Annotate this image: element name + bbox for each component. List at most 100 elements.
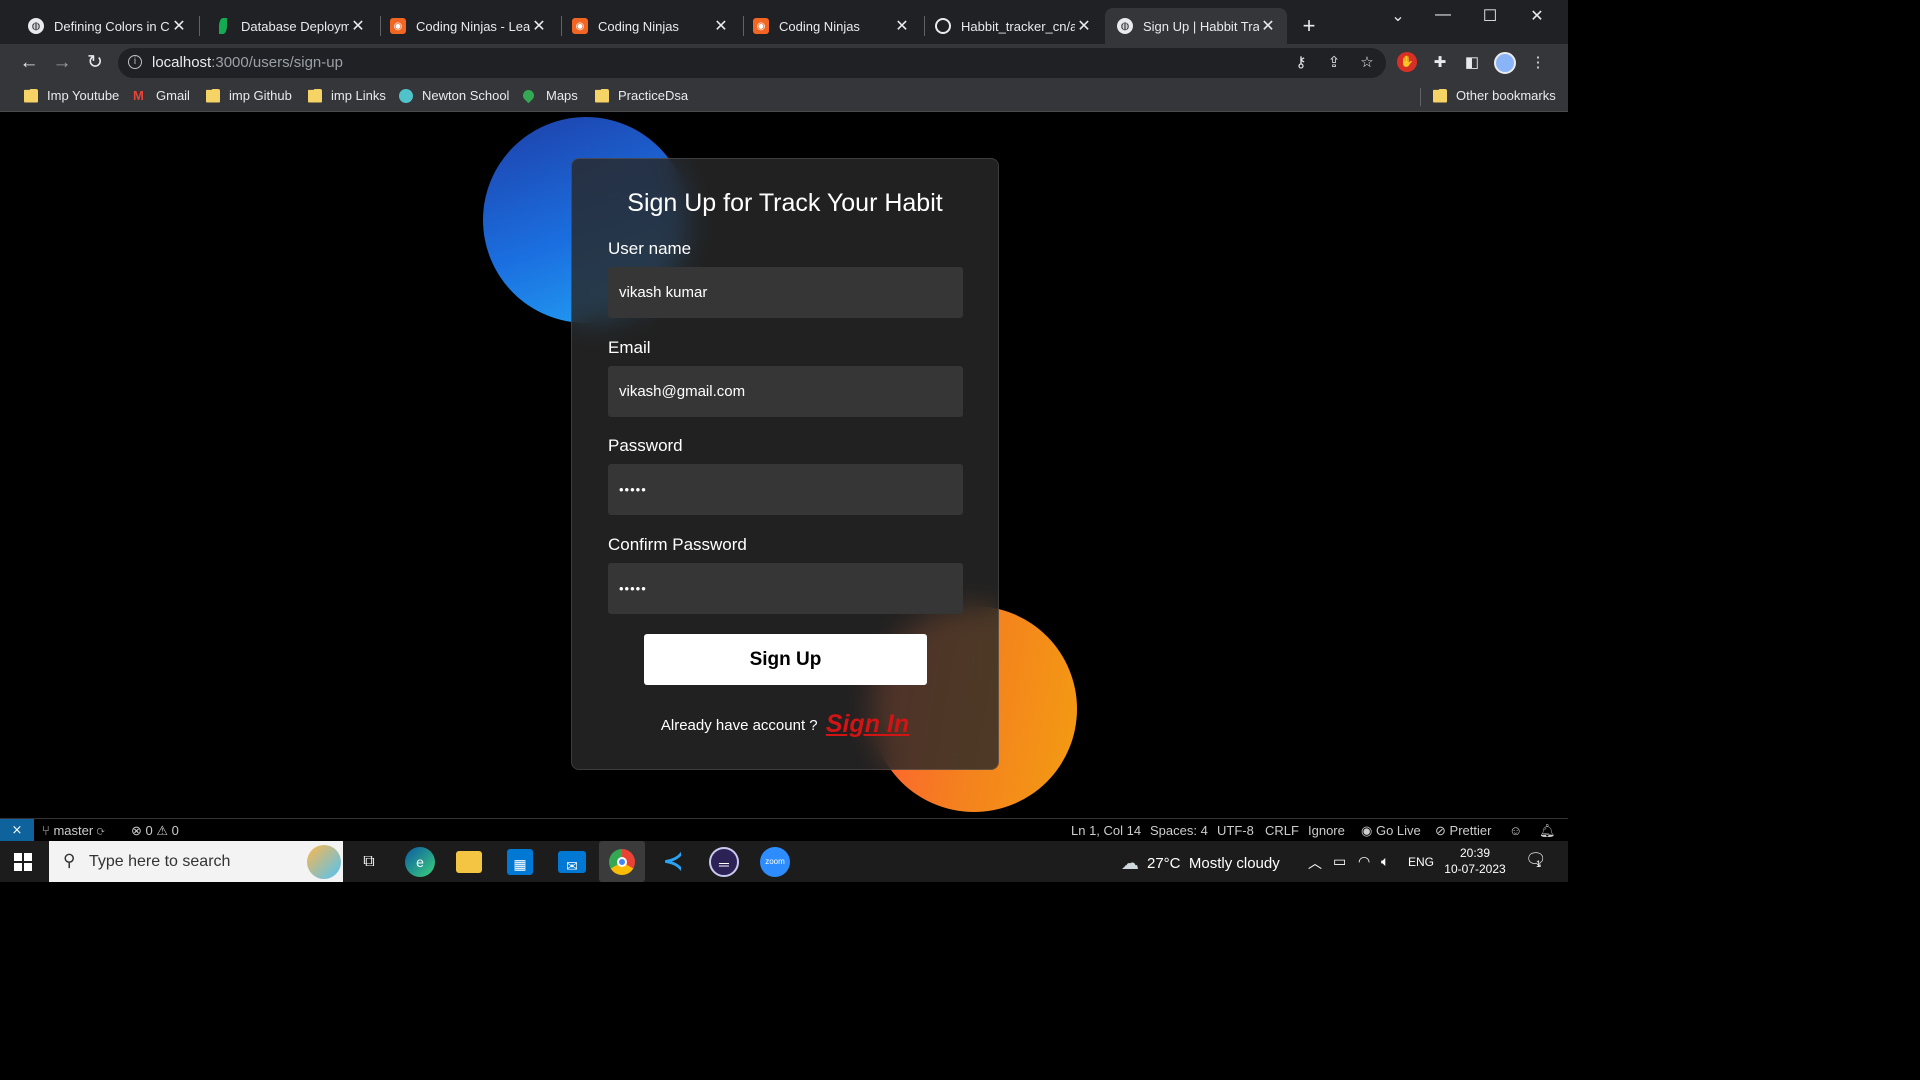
feedback-icon[interactable]: ☺ [1509,823,1522,838]
taskbar-search-box[interactable]: ⚲ Type here to search [49,841,343,882]
tab-search-icon[interactable]: ⌄ [1378,6,1418,26]
adblock-extension-icon[interactable]: ✋ [1397,52,1417,72]
tab-defining-colors[interactable]: ◍ Defining Colors in CS ✕ [8,8,198,44]
tab-coding-ninjas-2[interactable]: ◉ Coding Ninjas ✕ [733,8,921,44]
key-icon[interactable]: ⚷ [1291,53,1311,71]
weather-widget[interactable]: ☁ 27°C Mostly cloudy [1121,853,1280,874]
bookmarks-divider [1420,88,1421,106]
confirm-password-input[interactable]: ••••• [608,563,963,614]
new-tab-button[interactable]: + [1296,14,1322,40]
coding-ninjas-icon: ◉ [572,18,588,34]
tab-title: Habbit_tracker_cn/as [961,18,1075,34]
menu-kebab-icon[interactable]: ⋮ [1527,52,1549,74]
tab-github-habbit-tracker[interactable]: Habbit_tracker_cn/as ✕ [915,8,1103,44]
bookmark-maps[interactable]: Maps [520,87,578,104]
bookmark-imp-links[interactable]: imp Links [308,88,386,103]
edge-icon[interactable]: e [405,847,435,877]
chrome-taskbar-button[interactable] [599,841,645,882]
page-title: Sign Up for Track Your Habit [627,189,943,217]
close-icon[interactable]: ✕ [530,16,548,36]
warning-icon: ⚠ [156,823,169,838]
mail-icon[interactable]: ✉ [558,851,586,874]
line-ending[interactable]: CRLF [1265,823,1299,838]
zoom-icon[interactable]: zoom [760,847,790,877]
language-indicator[interactable]: ENG [1408,855,1434,869]
username-input[interactable]: vikash kumar [608,267,963,318]
url-host: localhost [152,54,212,71]
vscode-status-bar: ⨯ ⑂ master ⟳ ⊗ 0 ⚠ 0 Ln 1, Col 14 Spaces… [0,818,1568,842]
encoding[interactable]: UTF-8 [1217,823,1254,838]
password-input[interactable]: ••••• [608,464,963,515]
prettier-icon: ⊘ [1435,823,1446,838]
notifications-bell-icon[interactable]: 🔔︎ [1539,823,1556,839]
bookmark-gmail[interactable]: M Gmail [133,88,190,103]
username-label: User name [608,239,692,258]
bookmark-practicedsa[interactable]: PracticeDsa [595,88,688,103]
forward-icon[interactable]: → [50,52,74,76]
mongodb-leaf-icon [219,18,227,34]
cursor-position[interactable]: Ln 1, Col 14 [1071,823,1141,838]
eclipse-icon[interactable]: ═ [709,847,739,877]
bookmark-imp-youtube[interactable]: Imp Youtube [24,88,119,103]
close-icon[interactable]: ✕ [170,16,188,36]
close-icon[interactable]: ✕ [349,16,367,36]
close-window-button[interactable]: ✕ [1517,6,1557,26]
back-icon[interactable]: ← [17,52,41,76]
close-icon[interactable]: ✕ [893,16,911,36]
git-branch[interactable]: ⑂ master ⟳ [42,823,105,838]
maximize-button[interactable]: ☐ [1470,6,1510,26]
close-icon[interactable]: ✕ [1075,16,1093,36]
globe-icon: ◍ [28,18,44,34]
file-explorer-icon[interactable] [456,851,482,873]
profile-avatar[interactable] [1494,52,1516,74]
indentation[interactable]: Spaces: 4 [1150,823,1208,838]
sign-in-link[interactable]: Sign In [826,710,909,738]
close-icon[interactable]: ✕ [1259,16,1277,36]
show-hidden-icons-chevron-icon[interactable]: ︿ [1308,853,1322,873]
task-view-icon[interactable]: ⧉ [354,847,384,877]
tab-sign-up-active[interactable]: ◍ Sign Up | Habbit Trac ✕ [1105,8,1287,44]
sign-up-button[interactable]: Sign Up [644,634,927,685]
battery-icon[interactable]: ▭ [1333,853,1346,870]
notification-center-icon[interactable]: 🗨︎ 1 [1525,850,1547,870]
github-icon [935,18,951,34]
wifi-icon[interactable]: ◠ [1358,853,1370,870]
tab-coding-ninjas-1[interactable]: ◉ Coding Ninjas ✕ [552,8,740,44]
tab-coding-ninjas-learn[interactable]: ◉ Coding Ninjas - Learn ✕ [370,8,558,44]
bookmark-newton-school[interactable]: Newton School [399,88,509,103]
bookmark-other[interactable]: Other bookmarks [1433,88,1556,103]
site-info-icon[interactable]: i [128,55,142,69]
extensions-puzzle-icon[interactable]: ✚ [1429,52,1451,74]
windows-start-icon[interactable] [14,853,32,871]
bookmark-label: Newton School [422,88,510,103]
volume-icon[interactable]: 🔈︎ [1381,853,1389,870]
folder-icon [1433,88,1447,103]
bookmark-imp-github[interactable]: imp Github [206,88,292,103]
remote-indicator-icon[interactable]: ⨯ [0,819,34,842]
bookmark-label: Maps [546,88,578,103]
bookmark-star-icon[interactable]: ☆ [1357,53,1377,71]
share-icon[interactable]: ⇪ [1324,53,1344,71]
warning-count: 0 [171,823,179,838]
email-input[interactable]: vikash@gmail.com [608,366,963,417]
signin-prompt: Already have account ? Sign In [572,710,998,739]
address-bar[interactable]: i localhost:3000/users/sign-up ⚷ ⇪ ☆ [118,48,1386,78]
close-icon[interactable]: ✕ [712,16,730,36]
url-path: :3000/users/sign-up [211,54,343,71]
clock[interactable]: 20:39 10-07-2023 [1440,845,1510,877]
email-label: Email [608,338,651,357]
tab-database-deployment[interactable]: Database Deploymen ✕ [195,8,377,44]
minimize-button[interactable]: — [1423,6,1463,24]
coding-ninjas-icon: ◉ [753,18,769,34]
vscode-icon[interactable]: ≺ [658,847,688,877]
gmail-icon: M [133,87,144,103]
go-live[interactable]: ◉ Go Live [1361,823,1421,839]
already-have-account-text: Already have account ? [660,717,818,734]
ignore-status[interactable]: Ignore [1308,823,1345,838]
microsoft-store-icon[interactable]: ▦ [507,849,533,875]
side-panel-icon[interactable]: ◧ [1461,52,1483,74]
reload-icon[interactable]: ↻ [83,52,107,76]
tab-title: Coding Ninjas [779,18,860,34]
prettier[interactable]: ⊘ Prettier [1435,823,1491,839]
problems-indicator[interactable]: ⊗ 0 ⚠ 0 [131,823,179,839]
